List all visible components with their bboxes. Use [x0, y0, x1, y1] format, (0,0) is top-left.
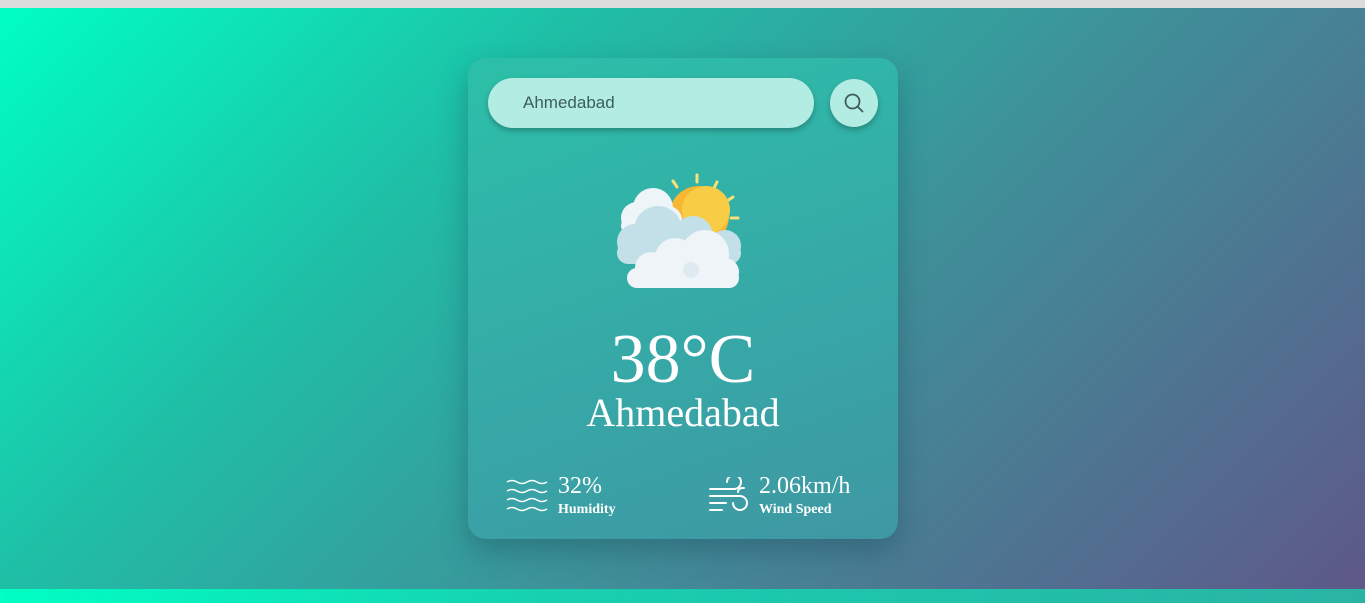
wind-label: Wind Speed	[759, 502, 832, 517]
weather-card: 38°C Ahmedabad 32% Humidity 2.06km/h Win…	[468, 58, 898, 539]
wind-stat: 2.06km/h Wind Speed	[708, 471, 888, 521]
humidity-label: Humidity	[558, 502, 616, 517]
humidity-stat: 32% Humidity	[506, 471, 686, 521]
search-button[interactable]	[830, 79, 878, 127]
temperature: 38°C	[610, 321, 756, 398]
city-search-input[interactable]	[488, 78, 814, 128]
page-bottom-strip	[0, 589, 1365, 603]
partly-cloudy-icon	[617, 173, 741, 288]
wind-value: 2.06km/h	[759, 473, 851, 499]
humidity-value: 32%	[558, 473, 602, 499]
browser-top-bar	[0, 0, 1365, 8]
humidity-waves-icon	[506, 479, 548, 512]
search-icon	[844, 93, 864, 113]
wind-icon	[709, 477, 748, 511]
city-name: Ahmedabad	[586, 390, 780, 435]
